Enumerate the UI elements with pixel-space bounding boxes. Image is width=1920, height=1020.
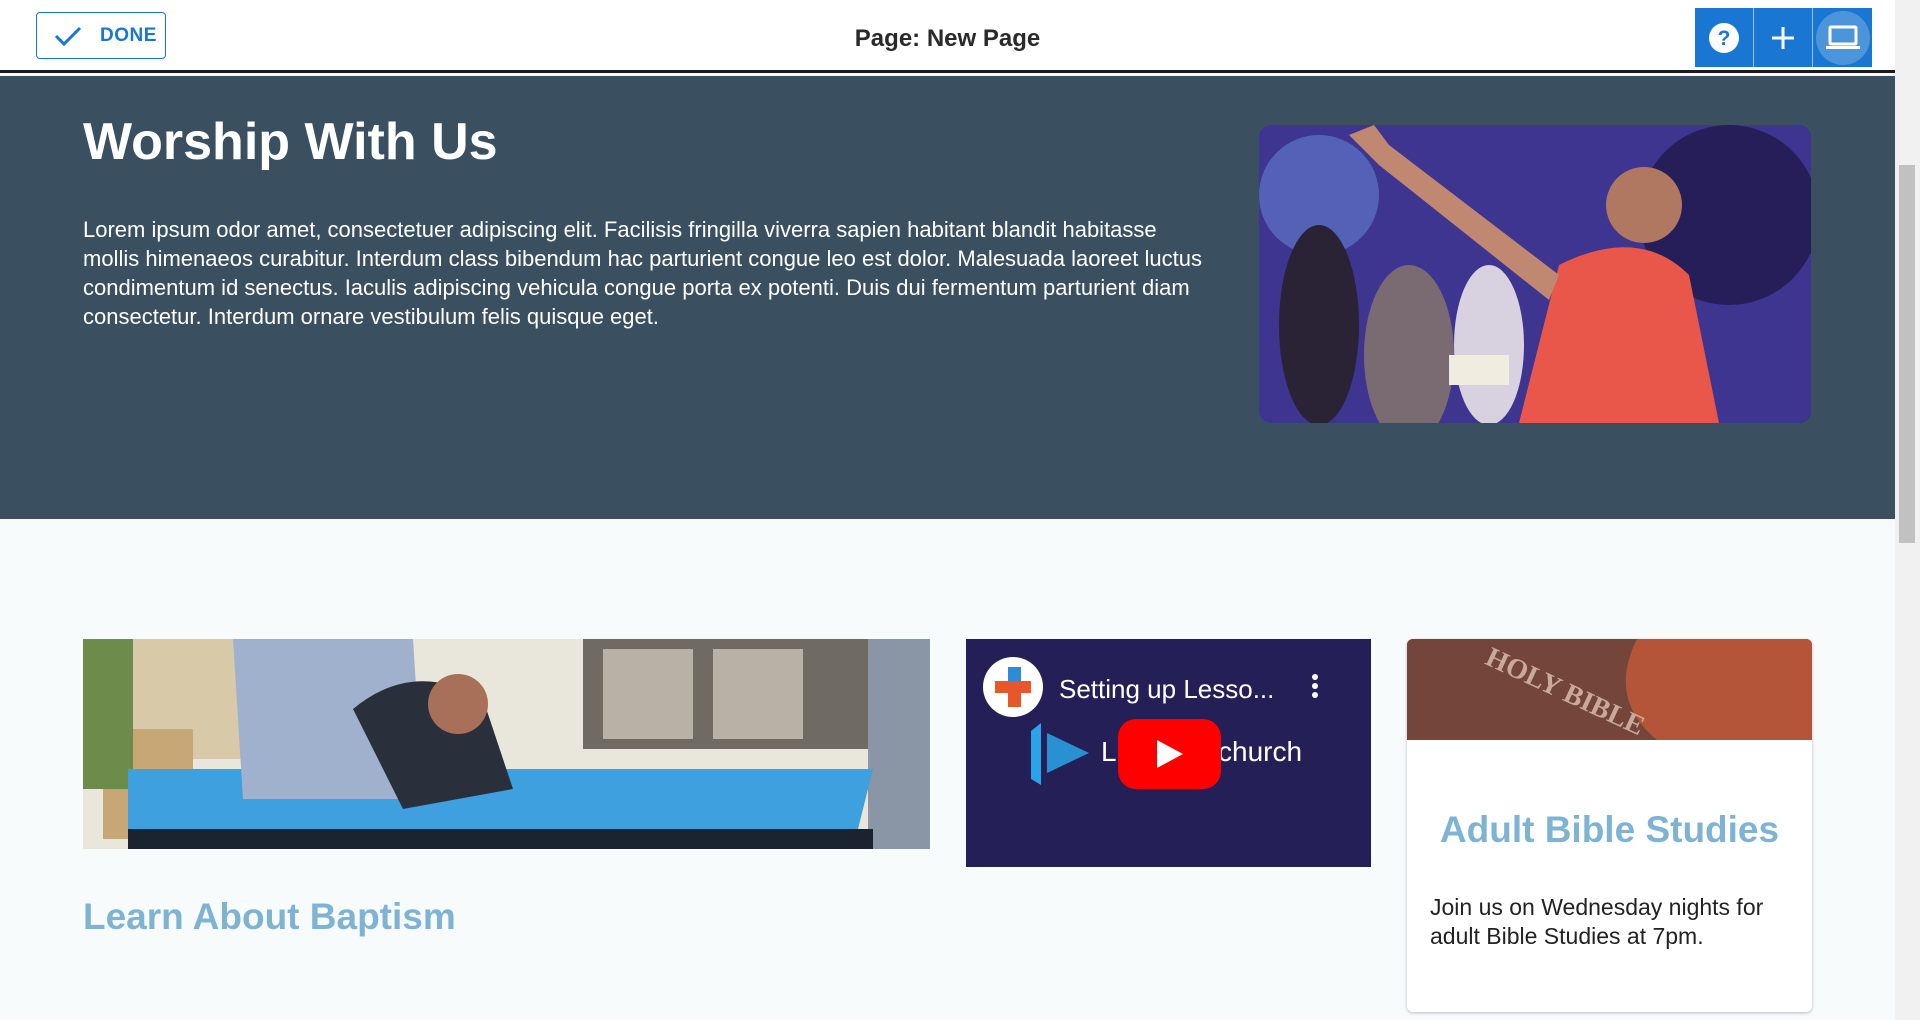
bible-studies-title[interactable]: Adult Bible Studies — [1407, 809, 1812, 851]
page-title: Page: New Page — [854, 25, 1041, 52]
editor-toolbar: DONE Page: New Page ? — [0, 0, 1895, 73]
baptism-image — [83, 639, 930, 849]
play-button[interactable] — [1118, 719, 1221, 789]
video-title[interactable]: Setting up Lesso... — [1059, 674, 1274, 705]
scrollbar-thumb[interactable] — [1899, 165, 1915, 543]
cross-logo-icon — [995, 667, 1031, 707]
video-brand-left: L — [1101, 736, 1117, 767]
video-menu-button[interactable] — [1311, 673, 1319, 704]
baptism-title[interactable]: Learn About Baptism — [83, 896, 456, 938]
lessons-logo-icon — [1031, 723, 1089, 785]
more-vert-icon — [1312, 674, 1318, 698]
active-indicator — [1815, 10, 1870, 65]
bible-photo: HOLY BIBLE — [1407, 639, 1812, 742]
worship-photo — [1259, 125, 1811, 423]
video-embed[interactable]: Setting up Lesso... L church — [966, 639, 1371, 867]
hero-body: Lorem ipsum odor amet, consectetuer adip… — [83, 217, 1202, 329]
laptop-icon — [1825, 25, 1860, 49]
add-button[interactable] — [1754, 8, 1813, 67]
bible-image: HOLY BIBLE — [1407, 639, 1812, 742]
hero-title: Worship With Us — [83, 113, 498, 171]
bible-studies-card[interactable]: HOLY BIBLE Adult Bible Studies Join us o… — [1407, 639, 1812, 1012]
toolbar-actions: ? — [1695, 8, 1872, 67]
play-icon — [1156, 740, 1183, 768]
device-preview-button[interactable] — [1813, 8, 1872, 67]
video-brand-right: church — [1218, 736, 1303, 767]
bible-studies-body: Join us on Wednesday nights for adult Bi… — [1430, 894, 1764, 949]
svg-text:?: ? — [1718, 27, 1731, 50]
help-icon: ? — [1709, 22, 1739, 53]
hero-section[interactable]: Worship With Us Lorem ipsum odor amet, c… — [0, 76, 1895, 519]
channel-logo[interactable] — [983, 657, 1043, 717]
worship-image — [1259, 125, 1811, 423]
baptism-photo — [83, 639, 930, 849]
add-icon — [1772, 26, 1794, 49]
help-button[interactable]: ? — [1695, 8, 1754, 67]
